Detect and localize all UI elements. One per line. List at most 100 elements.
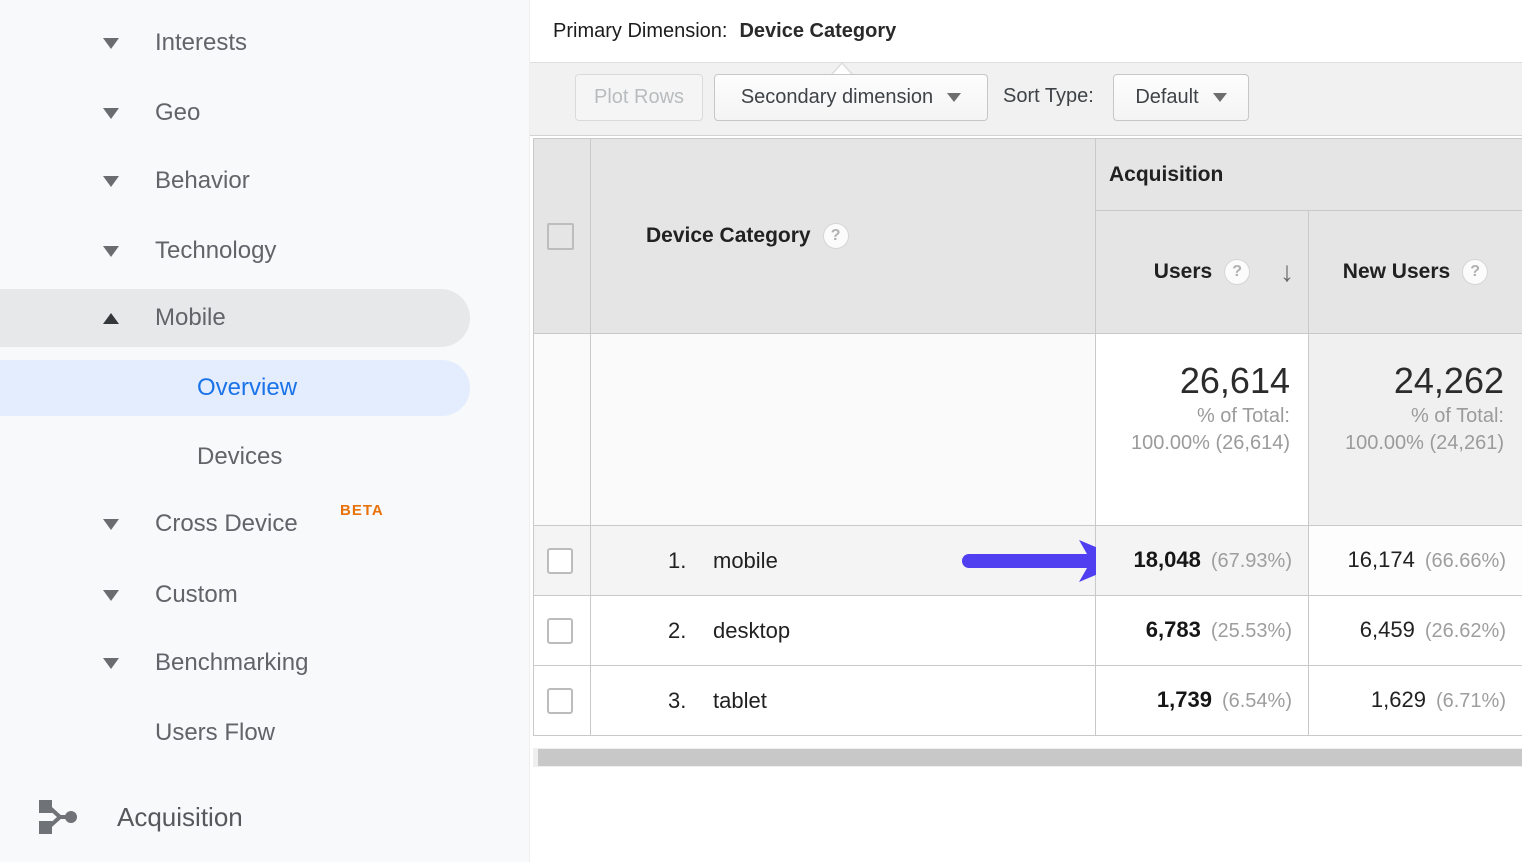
sidebar-item-label: Custom bbox=[155, 581, 238, 609]
select-all-checkbox[interactable] bbox=[547, 223, 574, 250]
new-users-value: 6,459 bbox=[1360, 617, 1415, 643]
users-pct: (25.53%) bbox=[1211, 620, 1292, 643]
horizontal-scrollbar-track[interactable] bbox=[533, 748, 1522, 767]
row-index: 1. bbox=[668, 548, 686, 574]
totals-new-users-cell: 24,262 % of Total: 100.00% (24,261) bbox=[1309, 334, 1522, 526]
device-category-table: Device Category ? Acquisition Users ? ↓ bbox=[533, 138, 1522, 736]
table-header: Device Category ? Acquisition Users ? ↓ bbox=[534, 139, 1522, 334]
chevron-down-icon bbox=[103, 38, 119, 49]
new-users-header-label: New Users bbox=[1343, 260, 1450, 284]
users-total: 26,614 bbox=[1096, 358, 1290, 403]
chevron-down-icon bbox=[103, 176, 119, 187]
sidebar-item-label: Overview bbox=[197, 374, 297, 402]
ga-report-page: Interests Geo Behavior Technology Mobile… bbox=[0, 0, 1522, 862]
primary-dimension-value[interactable]: Device Category bbox=[739, 20, 896, 43]
metric-group: Acquisition Users ? ↓ New Users ? bbox=[1096, 139, 1522, 334]
row-users-cell: 6,783 (25.53%) bbox=[1096, 596, 1309, 666]
sidebar-section-acquisition[interactable]: Acquisition bbox=[0, 789, 470, 845]
help-icon[interactable]: ? bbox=[823, 223, 849, 249]
secondary-dimension-dropdown[interactable]: Secondary dimension bbox=[714, 74, 988, 121]
sidebar-item-mobile[interactable]: Mobile bbox=[0, 289, 470, 347]
sidebar-item-users-flow[interactable]: Users Flow bbox=[0, 705, 470, 761]
sidebar-item-technology[interactable]: Technology bbox=[0, 223, 470, 279]
sidebar-item-benchmarking[interactable]: Benchmarking bbox=[0, 635, 470, 691]
row-new-users-cell: 1,629 (6.71%) bbox=[1309, 666, 1522, 736]
sidebar-item-label: Devices bbox=[197, 443, 282, 471]
chevron-down-icon bbox=[103, 658, 119, 669]
sidebar-item-label: Interests bbox=[155, 29, 247, 57]
help-icon[interactable]: ? bbox=[1462, 259, 1488, 285]
acquisition-icon bbox=[38, 799, 80, 835]
sidebar-item-interests[interactable]: Interests bbox=[0, 15, 470, 71]
row-category-link[interactable]: mobile bbox=[713, 548, 778, 574]
sidebar-item-custom[interactable]: Custom bbox=[0, 567, 470, 623]
chevron-down-icon bbox=[103, 590, 119, 601]
sidebar-item-label: Geo bbox=[155, 99, 200, 127]
totals-row: 26,614 % of Total: 100.00% (26,614) 24,2… bbox=[534, 334, 1522, 526]
new-users-pct: (66.66%) bbox=[1425, 550, 1506, 573]
sidebar-item-label: Behavior bbox=[155, 167, 250, 195]
new-users-pct: (6.71%) bbox=[1436, 690, 1506, 713]
table-row: 3. tablet 1,739 (6.54%) 1,629 (6.71%) bbox=[534, 666, 1522, 736]
beta-badge: BETA bbox=[340, 502, 384, 519]
row-users-cell: 1,739 (6.54%) bbox=[1096, 666, 1309, 736]
chevron-down-icon bbox=[103, 246, 119, 257]
row-index: 3. bbox=[668, 688, 686, 714]
group-header-label: Acquisition bbox=[1109, 163, 1223, 187]
row-checkbox[interactable] bbox=[547, 688, 573, 714]
row-checkbox-cell bbox=[534, 666, 591, 736]
users-column-header[interactable]: Users ? ↓ bbox=[1096, 211, 1309, 334]
sort-type-value: Default bbox=[1135, 86, 1198, 109]
plot-rows-button[interactable]: Plot Rows bbox=[575, 74, 703, 121]
users-pct: (6.54%) bbox=[1222, 690, 1292, 713]
primary-dimension-bar: Primary Dimension: Device Category bbox=[530, 0, 1522, 62]
table-row: 1. mobile 18,048 (67.93%) 16,174 (66.66%… bbox=[534, 526, 1522, 596]
report-content: Primary Dimension: Device Category Plot … bbox=[530, 0, 1522, 862]
new-users-column-header[interactable]: New Users ? bbox=[1309, 211, 1522, 334]
sort-descending-icon[interactable]: ↓ bbox=[1280, 256, 1294, 288]
totals-dimension-cell bbox=[591, 334, 1096, 526]
chevron-up-icon bbox=[103, 313, 119, 324]
users-value: 1,739 bbox=[1157, 687, 1212, 713]
row-checkbox[interactable] bbox=[547, 618, 573, 644]
help-icon[interactable]: ? bbox=[1224, 259, 1250, 285]
row-dimension-cell: 3. tablet bbox=[591, 666, 1096, 736]
sidebar-item-label: Benchmarking bbox=[155, 649, 308, 677]
new-users-pct: (26.62%) bbox=[1425, 620, 1506, 643]
row-new-users-cell: 6,459 (26.62%) bbox=[1309, 596, 1522, 666]
new-users-total-pct-label: % of Total: bbox=[1309, 403, 1504, 430]
sidebar-item-overview-selected[interactable]: Overview bbox=[0, 360, 470, 416]
row-category-link[interactable]: desktop bbox=[713, 618, 790, 644]
new-users-value: 16,174 bbox=[1348, 547, 1415, 573]
new-users-value: 1,629 bbox=[1371, 687, 1426, 713]
chevron-down-icon bbox=[103, 108, 119, 119]
dimension-column-header[interactable]: Device Category ? bbox=[591, 139, 1096, 334]
sidebar-item-geo[interactable]: Geo bbox=[0, 85, 470, 141]
row-dimension-cell: 1. mobile bbox=[591, 526, 1096, 596]
table-toolbar: Plot Rows Secondary dimension Sort Type:… bbox=[530, 62, 1522, 136]
new-users-total-pct-value: 100.00% (24,261) bbox=[1309, 430, 1504, 457]
totals-users-cell: 26,614 % of Total: 100.00% (26,614) bbox=[1096, 334, 1309, 526]
sidebar: Interests Geo Behavior Technology Mobile… bbox=[0, 0, 530, 862]
caret-down-icon bbox=[1213, 93, 1227, 102]
plot-rows-label: Plot Rows bbox=[594, 86, 684, 109]
sort-type-label: Sort Type: bbox=[1003, 85, 1094, 108]
sidebar-item-label: Mobile bbox=[155, 304, 226, 332]
users-pct: (67.93%) bbox=[1211, 550, 1292, 573]
row-checkbox-cell bbox=[534, 596, 591, 666]
chevron-down-icon bbox=[103, 519, 119, 530]
row-checkbox[interactable] bbox=[547, 548, 573, 574]
sidebar-item-behavior[interactable]: Behavior bbox=[0, 153, 470, 209]
horizontal-scrollbar-thumb[interactable] bbox=[538, 749, 1522, 766]
sidebar-item-label: Users Flow bbox=[155, 719, 275, 747]
users-header-label: Users bbox=[1154, 260, 1212, 284]
new-users-total: 24,262 bbox=[1309, 358, 1504, 403]
sidebar-item-cross-device[interactable]: Cross Device BETA bbox=[0, 496, 470, 552]
row-category-link[interactable]: tablet bbox=[713, 688, 767, 714]
sort-type-dropdown[interactable]: Default bbox=[1113, 74, 1249, 121]
users-value: 6,783 bbox=[1146, 617, 1201, 643]
dimension-header-label: Device Category bbox=[646, 224, 811, 248]
users-value: 18,048 bbox=[1134, 547, 1201, 573]
primary-dimension-label: Primary Dimension: bbox=[553, 20, 727, 43]
sidebar-item-devices[interactable]: Devices bbox=[0, 429, 470, 485]
